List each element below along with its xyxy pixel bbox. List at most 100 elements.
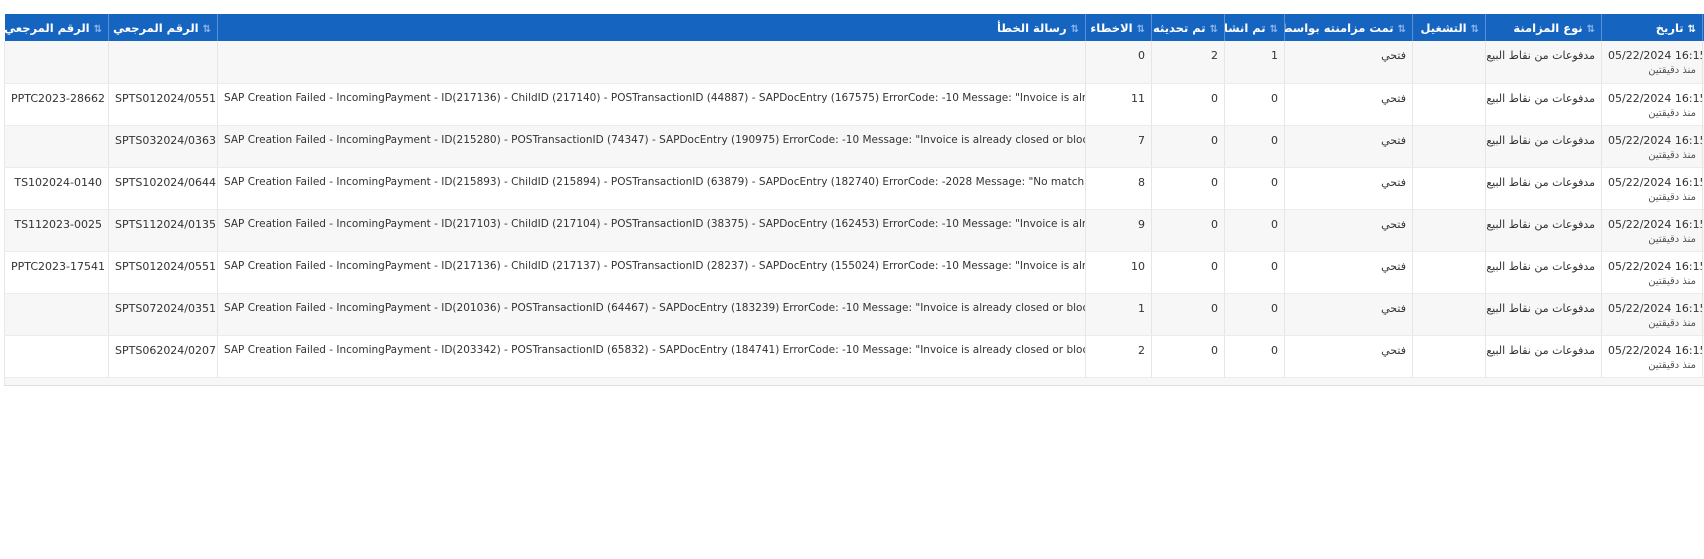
cell-reference: SPTS062024/0207 bbox=[108, 335, 218, 378]
header-error-message[interactable]: ⇅رسالة الخطأ bbox=[217, 14, 1086, 41]
header-operation-label: التشغيل bbox=[1420, 20, 1467, 35]
cell-sync-type: مدفوعات من نقاط البيع bbox=[1485, 293, 1602, 336]
cell-errors: 11 bbox=[1085, 83, 1152, 126]
cell-sync-type: مدفوعات من نقاط البيع bbox=[1485, 251, 1602, 294]
header-sync-type-label: نوع المزامنة bbox=[1513, 20, 1583, 35]
cell-reference: SPTS012024/0551 bbox=[108, 251, 218, 294]
cell-sync-type: مدفوعات من نقاط البيع bbox=[1485, 209, 1602, 252]
table-row[interactable]: 05/22/2024 16:15 منذ دقيقتين مدفوعات من نق… bbox=[4, 125, 1704, 168]
cell-updated: 0 bbox=[1151, 293, 1225, 336]
cell-sync-type: مدفوعات من نقاط البيع bbox=[1485, 41, 1602, 84]
cell-reference: SPTS032024/0363 bbox=[108, 125, 218, 168]
cell-operation bbox=[1412, 167, 1486, 210]
header-date[interactable]: ⇅تاريخ bbox=[1601, 14, 1703, 41]
cell-error-message bbox=[217, 41, 1086, 84]
sort-icon: ⇅ bbox=[1269, 23, 1280, 35]
table-row[interactable]: 05/22/2024 16:15 منذ دقيقتين مدفوعات من نق… bbox=[4, 209, 1704, 252]
cell-sync-type: مدفوعات من نقاط البيع bbox=[1485, 167, 1602, 210]
header-errors[interactable]: ⇅الاخطاء bbox=[1085, 14, 1152, 41]
cell-operation bbox=[1412, 335, 1486, 378]
cell-date: 05/22/2024 16:15 منذ دقيقتين bbox=[1601, 251, 1703, 294]
sort-icon: ⇅ bbox=[1397, 23, 1408, 35]
cell-operation bbox=[1412, 41, 1486, 84]
header-created-label: تم انشاءه bbox=[1226, 20, 1266, 35]
cell-reference2: TS112023-0025 bbox=[4, 209, 109, 252]
cell-created: 1 bbox=[1224, 41, 1285, 84]
cell-reference2 bbox=[4, 293, 109, 336]
cell-reference2: TS102024-0140 bbox=[4, 167, 109, 210]
cell-reference: SPTS072024/0351 bbox=[108, 293, 218, 336]
cell-error-message: SAP Creation Failed - IncomingPayment - … bbox=[217, 335, 1086, 378]
header-reference2[interactable]: ⇅الرقم المرجعي 2 bbox=[4, 14, 109, 41]
cell-created: 0 bbox=[1224, 335, 1285, 378]
header-updated[interactable]: ⇅تم تحديثه bbox=[1151, 14, 1225, 41]
cell-synced-by: فتحي bbox=[1284, 293, 1413, 336]
cell-reference: SPTS102024/0644 bbox=[108, 167, 218, 210]
date-value: 05/22/2024 16:15 bbox=[1608, 259, 1703, 273]
table-row[interactable]: 05/22/2024 16:15 منذ دقيقتين مدفوعات من نق… bbox=[4, 41, 1704, 84]
table-header-row: ⇅تاريخ ⇅نوع المزامنة ⇅التشغيل ⇅تمت مزامن… bbox=[4, 14, 1704, 41]
footer-spacer-cell bbox=[4, 377, 1704, 386]
cell-synced-by: فتحي bbox=[1284, 167, 1413, 210]
header-updated-label: تم تحديثه bbox=[1153, 20, 1206, 35]
table-row[interactable]: 05/22/2024 16:15 منذ دقيقتين مدفوعات من نق… bbox=[4, 335, 1704, 378]
table-row[interactable]: 05/22/2024 16:15 منذ دقيقتين مدفوعات من نق… bbox=[4, 83, 1704, 126]
cell-synced-by: فتحي bbox=[1284, 209, 1413, 252]
cell-created: 0 bbox=[1224, 293, 1285, 336]
cell-reference2 bbox=[4, 335, 109, 378]
header-created[interactable]: ⇅تم انشاءه bbox=[1224, 14, 1285, 41]
table-body: 05/22/2024 16:15 منذ دقيقتين مدفوعات من نق… bbox=[4, 41, 1704, 386]
sort-icon: ⇅ bbox=[1070, 23, 1081, 35]
cell-date: 05/22/2024 16:15 منذ دقيقتين bbox=[1601, 41, 1703, 84]
cell-synced-by: فتحي bbox=[1284, 335, 1413, 378]
header-reference2-label: الرقم المرجعي 2 bbox=[4, 20, 90, 35]
table-row[interactable]: 05/22/2024 16:15 منذ دقيقتين مدفوعات من نق… bbox=[4, 167, 1704, 210]
relative-time: منذ دقيقتين bbox=[1648, 107, 1696, 119]
header-sync-type[interactable]: ⇅نوع المزامنة bbox=[1485, 14, 1602, 41]
relative-time: منذ دقيقتين bbox=[1648, 275, 1696, 287]
cell-errors: 8 bbox=[1085, 167, 1152, 210]
cell-errors: 0 bbox=[1085, 41, 1152, 84]
cell-reference2: PPTC2023-28662 bbox=[4, 83, 109, 126]
cell-sync-type: مدفوعات من نقاط البيع bbox=[1485, 83, 1602, 126]
cell-updated: 0 bbox=[1151, 335, 1225, 378]
cell-date: 05/22/2024 16:15 منذ دقيقتين bbox=[1601, 335, 1703, 378]
header-date-label: تاريخ bbox=[1655, 20, 1684, 35]
cell-updated: 0 bbox=[1151, 125, 1225, 168]
table-footer-spacer bbox=[4, 377, 1704, 386]
cell-reference: SPTS012024/0551 bbox=[108, 83, 218, 126]
cell-date: 05/22/2024 16:15 منذ دقيقتين bbox=[1601, 293, 1703, 336]
sort-desc-icon: ⇅ bbox=[1687, 23, 1698, 35]
cell-created: 0 bbox=[1224, 251, 1285, 294]
cell-error-message: SAP Creation Failed - IncomingPayment - … bbox=[217, 167, 1086, 210]
cell-errors: 10 bbox=[1085, 251, 1152, 294]
cell-synced-by: فتحي bbox=[1284, 41, 1413, 84]
header-reference[interactable]: ⇅الرقم المرجعي bbox=[108, 14, 218, 41]
date-value: 05/22/2024 16:15 bbox=[1608, 301, 1703, 315]
cell-date: 05/22/2024 16:15 منذ دقيقتين bbox=[1601, 209, 1703, 252]
header-reference-label: الرقم المرجعي bbox=[113, 20, 199, 35]
header-operation[interactable]: ⇅التشغيل bbox=[1412, 14, 1486, 41]
sort-icon: ⇅ bbox=[93, 23, 104, 35]
date-value: 05/22/2024 16:15 bbox=[1608, 91, 1703, 105]
sort-icon: ⇅ bbox=[202, 23, 213, 35]
cell-errors: 1 bbox=[1085, 293, 1152, 336]
cell-updated: 0 bbox=[1151, 83, 1225, 126]
cell-error-message: SAP Creation Failed - IncomingPayment - … bbox=[217, 125, 1086, 168]
sync-log-table-wrapper: ⇅تاريخ ⇅نوع المزامنة ⇅التشغيل ⇅تمت مزامن… bbox=[4, 14, 1704, 386]
cell-synced-by: فتحي bbox=[1284, 125, 1413, 168]
cell-updated: 0 bbox=[1151, 167, 1225, 210]
cell-error-message: SAP Creation Failed - IncomingPayment - … bbox=[217, 251, 1086, 294]
cell-error-message: SAP Creation Failed - IncomingPayment - … bbox=[217, 83, 1086, 126]
header-synced-by-label: تمت مزامنته بواسطة bbox=[1284, 20, 1394, 35]
cell-date: 05/22/2024 16:15 منذ دقيقتين bbox=[1601, 83, 1703, 126]
relative-time: منذ دقيقتين bbox=[1648, 65, 1696, 76]
header-synced-by[interactable]: ⇅تمت مزامنته بواسطة bbox=[1284, 14, 1413, 41]
table-row[interactable]: 05/22/2024 16:15 منذ دقيقتين مدفوعات من نق… bbox=[4, 293, 1704, 336]
table-row[interactable]: 05/22/2024 16:15 منذ دقيقتين مدفوعات من نق… bbox=[4, 251, 1704, 294]
header-errors-label: الاخطاء bbox=[1090, 20, 1133, 35]
cell-reference2 bbox=[4, 125, 109, 168]
cell-error-message: SAP Creation Failed - IncomingPayment - … bbox=[217, 293, 1086, 336]
date-value: 05/22/2024 16:15 bbox=[1608, 175, 1703, 189]
cell-operation bbox=[1412, 251, 1486, 294]
